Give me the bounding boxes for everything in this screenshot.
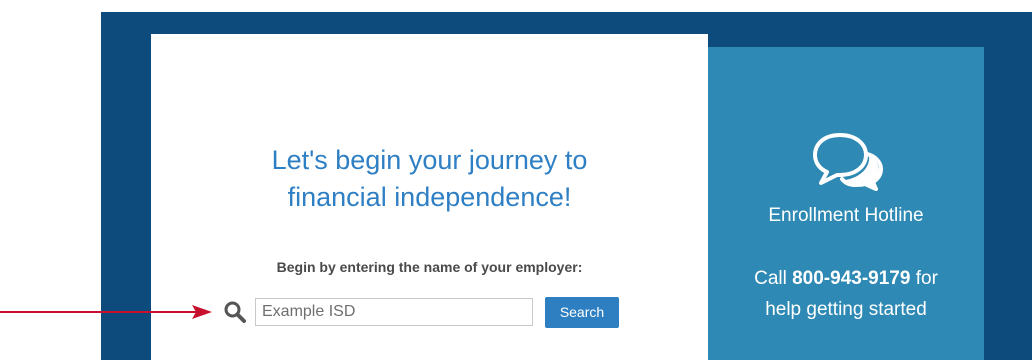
search-button[interactable]: Search	[545, 296, 619, 328]
hotline-phone[interactable]: 800-943-9179	[792, 268, 910, 289]
pointer-arrow	[0, 305, 212, 319]
employer-search: Search	[221, 296, 619, 328]
hotline-line-1: Call 800-943-9179 for	[708, 263, 984, 294]
employer-search-input[interactable]	[255, 298, 533, 326]
hotline-title: Enrollment Hotline	[768, 205, 924, 226]
hotline-call-text: Call 800-943-9179 for help getting start…	[708, 263, 984, 325]
call-prefix: Call	[754, 268, 787, 289]
search-icon	[221, 298, 249, 326]
headline-line-2: financial independence!	[287, 182, 572, 212]
page-headline: Let's begin your journey to financial in…	[151, 142, 708, 216]
chat-bubbles-icon	[813, 133, 883, 191]
hotline-line-2: help getting started	[765, 299, 927, 320]
call-suffix: for	[915, 268, 938, 289]
headline-line-1: Let's begin your journey to	[271, 145, 588, 175]
employer-prompt: Begin by entering the name of your emplo…	[276, 259, 583, 275]
